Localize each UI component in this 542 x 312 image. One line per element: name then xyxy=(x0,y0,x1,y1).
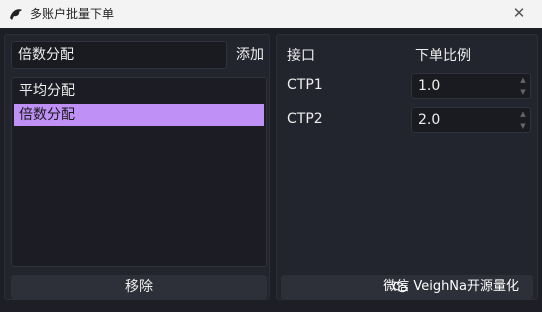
strategy-list[interactable]: 平均分配 倍数分配 xyxy=(11,77,267,267)
window-title: 多账户批量下单 xyxy=(30,7,115,21)
list-item-selected[interactable]: 倍数分配 xyxy=(14,104,264,126)
watermark-text: 微信 VeighNa开源量化 xyxy=(383,279,519,294)
list-item[interactable]: 平均分配 xyxy=(14,80,264,102)
close-icon[interactable]: ✕ xyxy=(496,0,542,28)
add-button[interactable]: 添加 xyxy=(233,41,267,69)
submit-button[interactable]: 微信 VeighNa开源量化 xyxy=(281,275,533,299)
header-interface: 接口 xyxy=(287,48,315,64)
ratio-value[interactable]: 2.0 xyxy=(418,108,440,132)
ratio-spinbox[interactable]: 1.0 ▲ ▼ xyxy=(411,73,531,99)
title-bar: 多账户批量下单 ✕ xyxy=(0,0,542,28)
remove-button[interactable]: 移除 xyxy=(11,275,267,299)
spin-down-icon[interactable]: ▼ xyxy=(516,86,530,98)
spin-up-icon[interactable]: ▲ xyxy=(516,108,530,120)
interface-label: CTP1 xyxy=(287,77,323,93)
strategy-name-input[interactable]: 倍数分配 xyxy=(11,41,227,69)
ratio-spinbox[interactable]: 2.0 ▲ ▼ xyxy=(411,107,531,133)
interface-label: CTP2 xyxy=(287,111,323,127)
app-logo-icon xyxy=(10,9,22,20)
ratio-panel: 接口 下单比例 CTP1 1.0 ▲ ▼ CTP2 2.0 ▲ ▼ 微信 Vei… xyxy=(276,34,538,300)
ratio-value[interactable]: 1.0 xyxy=(418,74,440,98)
header-ratio: 下单比例 xyxy=(415,48,471,64)
spin-up-icon[interactable]: ▲ xyxy=(516,74,530,86)
strategy-panel: 倍数分配 添加 平均分配 倍数分配 移除 xyxy=(4,34,270,300)
spin-down-icon[interactable]: ▼ xyxy=(516,120,530,132)
